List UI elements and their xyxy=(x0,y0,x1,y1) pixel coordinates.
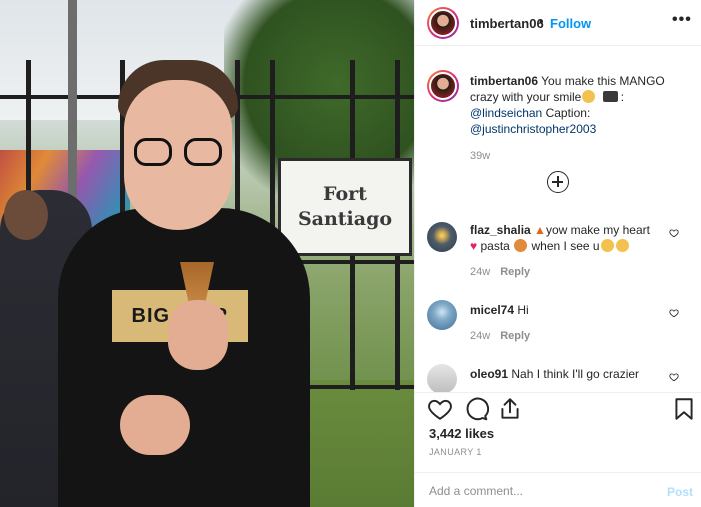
commenter-username[interactable]: oleo91 xyxy=(470,367,508,381)
comment-input[interactable] xyxy=(429,482,649,500)
sign-line-2: Santiago xyxy=(297,208,393,230)
comment-text-a: Hi xyxy=(517,303,529,317)
food-emoji-icon xyxy=(514,239,528,252)
commenter-avatar[interactable] xyxy=(427,364,457,392)
bookmark-icon[interactable] xyxy=(671,396,697,422)
post-side-panel: timbertan06 • Follow ••• timbertan06 You… xyxy=(414,0,701,507)
caption-part-3: Caption: xyxy=(545,106,591,120)
comment-item: oleo91 Nah I think I'll go crazier xyxy=(415,362,701,392)
grin-emoji-icon xyxy=(600,239,614,252)
camera-emoji-icon xyxy=(602,91,618,102)
caption-avatar[interactable] xyxy=(427,70,459,102)
comment-meta: 24w Reply xyxy=(470,330,530,342)
author-username[interactable]: timbertan06 xyxy=(470,16,544,31)
mention-link[interactable]: @lindseichan xyxy=(470,106,542,120)
fort-santiago-sign: Fort Santiago xyxy=(278,158,412,256)
commenter-username[interactable]: flaz_shalia xyxy=(470,223,531,237)
post-header: timbertan06 • Follow ••• xyxy=(415,0,701,46)
comment-timestamp[interactable]: 24w xyxy=(470,330,490,342)
reply-button[interactable]: Reply xyxy=(500,266,530,278)
grin-emoji-icon xyxy=(582,90,596,103)
commenter-avatar[interactable] xyxy=(427,222,457,252)
caption-text: timbertan06 You make this MANGO crazy wi… xyxy=(470,73,694,137)
comment-like-heart-icon[interactable] xyxy=(669,228,679,238)
add-comment-bar: Post xyxy=(415,472,701,507)
glasses xyxy=(134,138,226,168)
comment-text: micel74 Hi xyxy=(470,302,665,318)
caption-timestamp[interactable]: 39w xyxy=(470,150,490,162)
post-date[interactable]: January 1 xyxy=(429,447,482,457)
comment-meta: 24w Reply xyxy=(470,266,530,278)
bystander-head xyxy=(4,190,48,240)
comment-text: oleo91 Nah I think I'll go crazier xyxy=(470,366,665,382)
comment-text: flaz_shalia ▲yow make my heart ♥ pasta w… xyxy=(470,222,665,254)
comment-timestamp[interactable]: 24w xyxy=(470,266,490,278)
comment-icon[interactable] xyxy=(463,396,489,422)
post-button[interactable]: Post xyxy=(667,485,693,499)
author-avatar[interactable] xyxy=(427,7,459,39)
load-more-comments-plus-circle-icon[interactable] xyxy=(547,171,569,193)
more-icon[interactable]: ••• xyxy=(672,11,692,29)
like-count[interactable]: 3,442 likes xyxy=(429,426,494,441)
caption-username[interactable]: timbertan06 xyxy=(470,74,538,88)
comment-like-heart-icon[interactable] xyxy=(669,308,679,318)
commenter-avatar[interactable] xyxy=(427,300,457,330)
mention-link[interactable]: @justinchristopher2003 xyxy=(470,122,596,136)
comment-text-a: Nah I think I'll go crazier xyxy=(511,367,640,381)
comment-like-heart-icon[interactable] xyxy=(669,372,679,382)
post-photo[interactable]: Fort Santiago BIG B ER xyxy=(0,0,414,507)
hand-holding-cone xyxy=(168,300,228,370)
hand xyxy=(120,395,190,455)
sign-line-1: Fort xyxy=(323,183,367,205)
comment-text-c: when I see u xyxy=(531,239,600,253)
smile-emoji-icon xyxy=(615,239,629,252)
comment-text-a: yow make my heart xyxy=(545,223,650,237)
reply-button[interactable]: Reply xyxy=(500,330,530,342)
separator-dot: • xyxy=(539,14,544,29)
comment-text-b: pasta xyxy=(480,239,510,253)
share-icon[interactable] xyxy=(497,396,523,422)
fire-emoji-icon: ▲ xyxy=(534,223,546,237)
caption-part-2: : xyxy=(620,90,625,104)
red-heart-emoji-icon: ♥ xyxy=(470,239,478,253)
commenter-username[interactable]: micel74 xyxy=(470,303,514,317)
follow-button[interactable]: Follow xyxy=(550,16,591,31)
heart-icon[interactable] xyxy=(427,396,453,422)
